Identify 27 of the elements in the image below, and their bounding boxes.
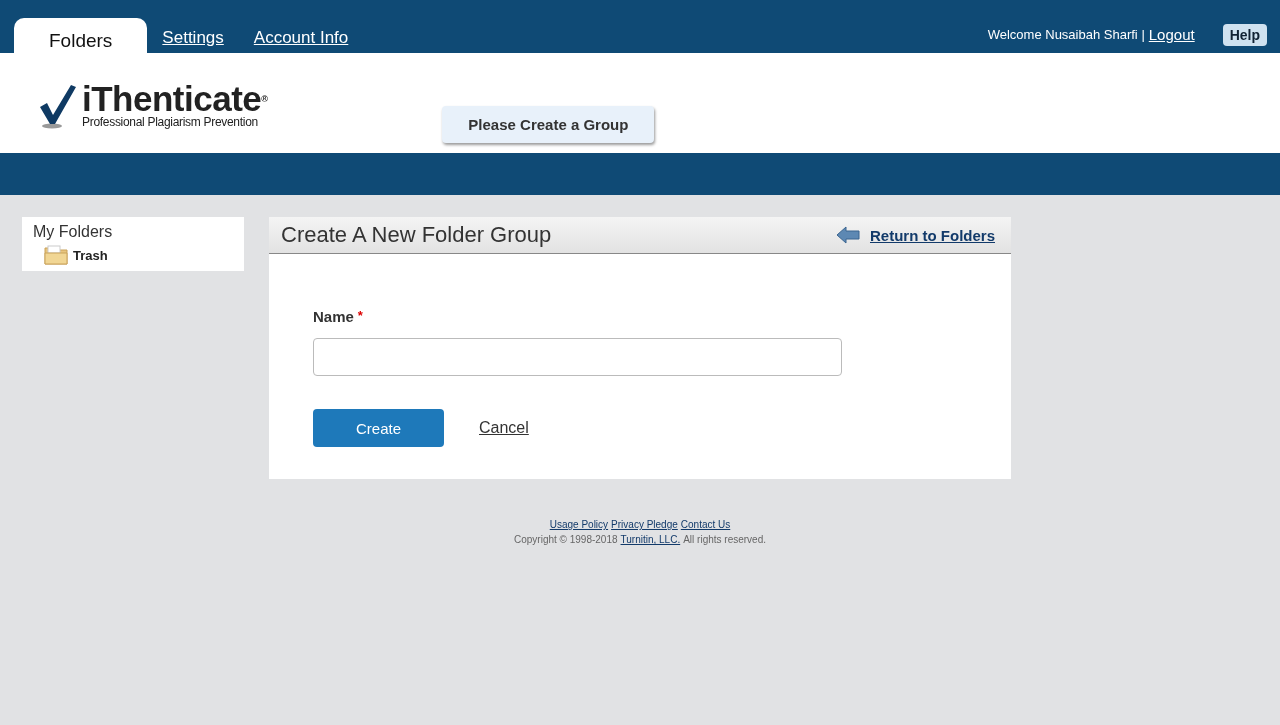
panel-title: Create A New Folder Group bbox=[281, 222, 552, 248]
name-input-field[interactable] bbox=[313, 338, 842, 376]
nav-tab[interactable]: Folders bbox=[14, 18, 148, 53]
checkmark-logo-icon bbox=[38, 83, 78, 129]
create-button[interactable]: Create bbox=[313, 409, 444, 447]
footer-link[interactable]: Contact Us bbox=[680, 519, 731, 530]
required-mark: * bbox=[357, 308, 363, 325]
sidebar-title: My Folders bbox=[33, 223, 114, 241]
welcome-text: Welcome Nusaibah Sharfi | bbox=[987, 27, 1145, 42]
brand-tagline: Professional Plagiarism Prevention bbox=[82, 115, 259, 129]
copyright-text: Copyright © 1998-2018 bbox=[514, 534, 618, 545]
sidebar-item[interactable]: Trash bbox=[73, 247, 108, 263]
nav-tab[interactable]: Account Info bbox=[238, 28, 364, 53]
cancel-link[interactable]: Cancel bbox=[479, 419, 529, 437]
nav-tab[interactable]: Settings bbox=[147, 28, 239, 53]
company-link[interactable]: Turnitin, LLC. bbox=[620, 534, 681, 545]
logout-link[interactable]: Logout bbox=[1148, 26, 1195, 43]
field-label: Name bbox=[313, 308, 354, 325]
help-button[interactable]: Help bbox=[1222, 23, 1267, 46]
rights-text: All rights reserved. bbox=[683, 534, 766, 545]
footer-link[interactable]: Privacy Pledge bbox=[611, 519, 678, 530]
create-group-button[interactable]: Please Create a Group bbox=[442, 106, 655, 143]
brand-name: iThenticate$^{®}$ bbox=[82, 83, 268, 115]
footer-link[interactable]: Usage Policy bbox=[549, 519, 609, 530]
folder-icon bbox=[44, 245, 68, 265]
left-arrow-icon bbox=[836, 226, 860, 244]
return-link[interactable]: Return to Folders bbox=[836, 226, 995, 244]
